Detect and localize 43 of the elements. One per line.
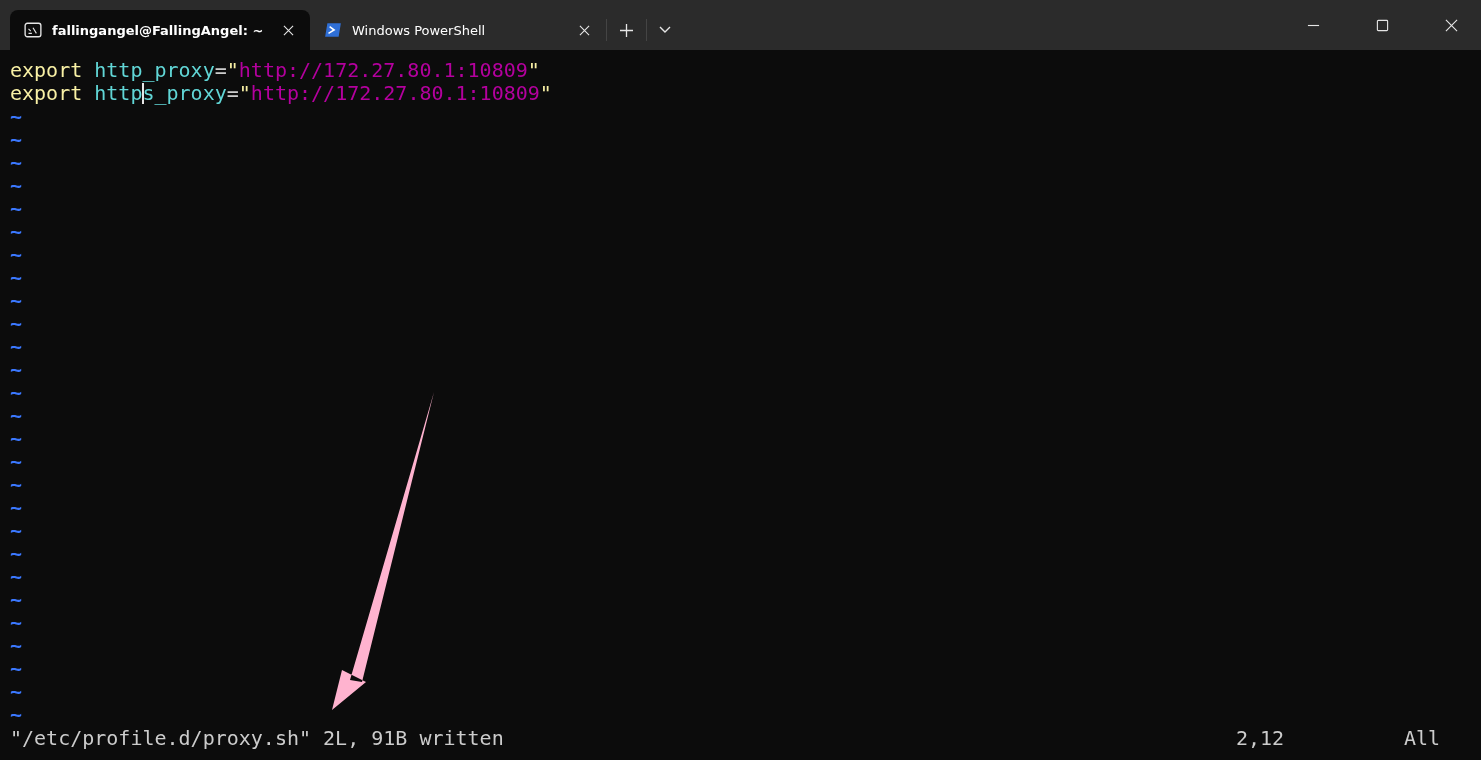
prompt-icon <box>324 21 342 39</box>
maximize-icon[interactable] <box>1376 19 1389 32</box>
empty-line-marker: ~ <box>10 657 24 680</box>
empty-line-marker: ~ <box>10 519 24 542</box>
empty-line-marker: ~ <box>10 450 24 473</box>
status-message: "/etc/profile.d/proxy.sh" 2L, 91B written <box>10 727 504 750</box>
empty-line-marker: ~ <box>10 703 24 726</box>
close-icon[interactable] <box>1445 19 1458 32</box>
empty-line-marker: ~ <box>10 289 24 312</box>
empty-line-marker: ~ <box>10 358 24 381</box>
cursor-position: 2,12 <box>1236 727 1286 750</box>
terminal-tab[interactable]: Windows PowerShell <box>310 10 606 50</box>
empty-line-marker: ~ <box>10 542 24 565</box>
empty-line-marker: ~ <box>10 220 24 243</box>
empty-line-marker: ~ <box>10 427 24 450</box>
empty-line-marker: ~ <box>10 381 24 404</box>
empty-line-marker: ~ <box>10 312 24 335</box>
close-icon[interactable] <box>283 24 294 36</box>
empty-line-marker: ~ <box>10 243 24 266</box>
empty-line-marker: ~ <box>10 588 24 611</box>
empty-line-marker: ~ <box>10 128 24 151</box>
close-icon[interactable] <box>579 24 590 36</box>
empty-line-marker: ~ <box>10 565 24 588</box>
empty-line-marker: ~ <box>10 611 24 634</box>
empty-line-marker: ~ <box>10 197 24 220</box>
tab-title: fallingangel@FallingAngel: ~ <box>52 22 265 38</box>
empty-line-marker: ~ <box>10 335 24 358</box>
empty-line-marker: ~ <box>10 496 24 519</box>
empty-line-marker: ~ <box>10 174 24 197</box>
chevron-down-icon[interactable] <box>659 26 671 34</box>
terminal-tab[interactable]: fallingangel@FallingAngel: ~ <box>10 10 310 50</box>
empty-line-marker: ~ <box>10 105 24 128</box>
tab-title: Windows PowerShell <box>352 22 487 38</box>
new-tab-icon[interactable] <box>620 24 633 37</box>
empty-line-marker: ~ <box>10 266 24 289</box>
empty-line-marker: ~ <box>10 404 24 427</box>
empty-line-marker: ~ <box>10 473 24 496</box>
code-line: export http_proxy="http://172.27.80.1:10809" <box>10 59 541 82</box>
empty-line-marker: ~ <box>10 634 24 657</box>
console-icon <box>24 21 42 39</box>
empty-line-marker: ~ <box>10 680 24 703</box>
scroll-position: All <box>1404 727 1438 750</box>
empty-line-marker: ~ <box>10 151 24 174</box>
